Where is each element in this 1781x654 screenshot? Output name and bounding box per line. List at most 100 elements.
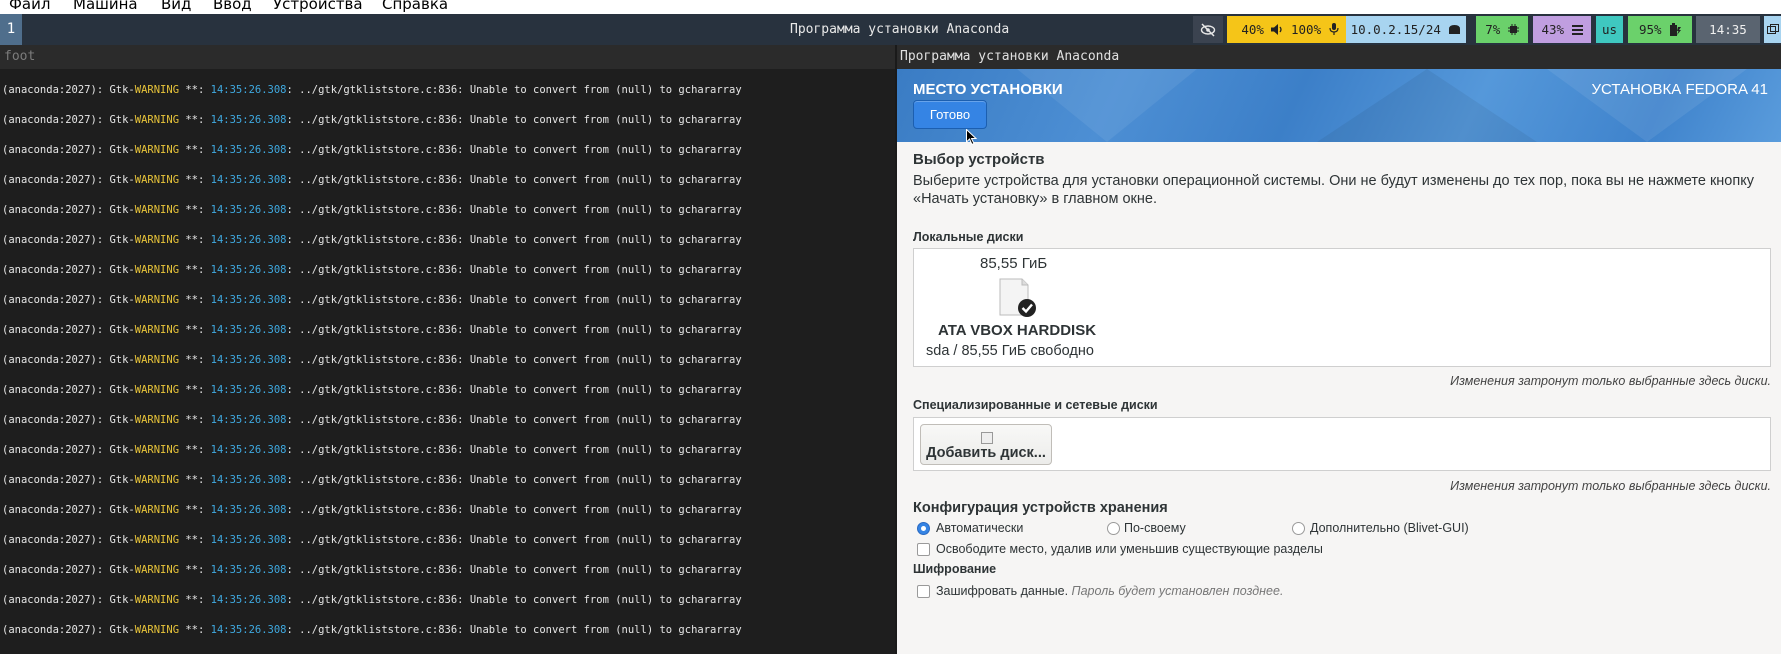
vm-menu-help[interactable]: Справка [382,0,448,13]
terminal-line-part: 14:35:26.308 [210,324,287,336]
network-block[interactable]: 10.0.2.15/24 [1346,16,1466,43]
battery-block[interactable]: 95% [1628,16,1692,43]
terminal-line: (anaconda:2027): Gtk-WARNING **: 14:35:2… [2,474,742,486]
spoke-header: МЕСТО УСТАНОВКИ УСТАНОВКА FEDORA 41 Гото… [897,69,1781,146]
keyboard-layout[interactable]: us [1596,16,1623,43]
terminal-line-part: (anaconda:2027): Gtk- [2,624,135,636]
encrypt-checkbox[interactable]: Зашифровать данные. Пароль будет установ… [913,582,1283,600]
mic-value: 100% [1291,22,1322,37]
terminal-line: (anaconda:2027): Gtk-WARNING **: 14:35:2… [2,294,742,306]
anaconda-window-title[interactable]: Программа установки Anaconda [897,45,1781,69]
terminal-line: (anaconda:2027): Gtk-WARNING **: 14:35:2… [2,84,742,96]
terminal-line-part: WARNING [134,594,180,606]
terminal-line: (anaconda:2027): Gtk-WARNING **: 14:35:2… [2,384,742,396]
tray-block[interactable] [1764,16,1781,43]
terminal-line-part: WARNING [134,444,180,456]
terminal-line-part: : ../gtk/gtkliststore.c:836: Unable to c… [286,264,742,276]
terminal-line-part: 14:35:26.308 [210,264,287,276]
battery-charging-icon [1670,23,1682,36]
terminal-line: (anaconda:2027): Gtk-WARNING **: 14:35:2… [2,174,742,186]
anaconda-window: МЕСТО УСТАНОВКИ УСТАНОВКА FEDORA 41 Гото… [897,69,1781,654]
terminal-line-part: **: [179,174,211,186]
terminal-line: (anaconda:2027): Gtk-WARNING **: 14:35:2… [2,114,742,126]
terminal-line-part: 14:35:26.308 [210,354,287,366]
local-disks-title: Локальные диски [913,230,1024,244]
focused-window-title: Программа установки Anaconda [790,22,1010,37]
encrypt-hint: Пароль будет установлен позднее. [1071,584,1284,598]
terminal-line-part: : ../gtk/gtkliststore.c:836: Unable to c… [286,474,742,486]
terminal-line-part: : ../gtk/gtkliststore.c:836: Unable to c… [286,564,742,576]
terminal-line-part: : ../gtk/gtkliststore.c:836: Unable to c… [286,414,742,426]
cpu-icon [1507,24,1519,35]
product-title: УСТАНОВКА FEDORA 41 [1591,81,1768,98]
terminal-line-part: (anaconda:2027): Gtk- [2,84,135,96]
network-address: 10.0.2.15/24 [1350,22,1441,37]
vm-menu-input[interactable]: Ввод [213,0,252,13]
terminal-line-part: (anaconda:2027): Gtk- [2,204,135,216]
special-disks-title: Специализированные и сетевые диски [913,398,1158,412]
status-bar: 1 Программа установки Anaconda 40% 100% … [0,14,1781,45]
terminal-line: (anaconda:2027): Gtk-WARNING **: 14:35:2… [2,204,742,216]
privacy-indicator[interactable] [1193,16,1223,43]
terminal-line-part: 14:35:26.308 [210,594,287,606]
terminal-line: (anaconda:2027): Gtk-WARNING **: 14:35:2… [2,534,742,546]
window-tray-icon [1766,24,1779,34]
terminal-line-part: : ../gtk/gtkliststore.c:836: Unable to c… [286,204,742,216]
terminal-line-part: : ../gtk/gtkliststore.c:836: Unable to c… [286,144,742,156]
terminal-output[interactable]: (anaconda:2027): Gtk-WARNING **: 14:35:2… [0,69,895,654]
terminal-line-part: (anaconda:2027): Gtk- [2,264,135,276]
memory-block[interactable]: 43% [1533,16,1591,43]
clock[interactable]: 14:35 [1696,16,1760,43]
terminal-line-part: (anaconda:2027): Gtk- [2,534,135,546]
terminal-line-part: **: [179,144,211,156]
eye-off-icon [1200,23,1216,37]
microphone-icon [1329,23,1339,35]
memory-value: 43% [1541,22,1565,37]
terminal-line: (anaconda:2027): Gtk-WARNING **: 14:35:2… [2,144,742,156]
workspace-button[interactable]: 1 [0,14,22,45]
terminal-line-part: 14:35:26.308 [210,504,287,516]
reclaim-space-checkbox[interactable]: Освободите место, удалив или уменьшив су… [913,540,1333,558]
terminal-line-part: : ../gtk/gtkliststore.c:836: Unable to c… [286,504,742,516]
encryption-title: Шифрование [913,562,997,576]
terminal-line-part: 14:35:26.308 [210,624,287,636]
terminal-line-part: **: [179,84,211,96]
terminal-line-part: 14:35:26.308 [210,204,287,216]
disk-size: 85,55 ГиБ [980,255,1048,272]
cpu-block[interactable]: 7% [1476,16,1528,43]
terminal-line-part: (anaconda:2027): Gtk- [2,444,135,456]
terminal-line-part: 14:35:26.308 [210,474,287,486]
vm-menu-file[interactable]: Файл [9,0,50,13]
terminal-line: (anaconda:2027): Gtk-WARNING **: 14:35:2… [2,594,742,606]
volume-value: 40% [1241,22,1264,37]
vm-menu-devices[interactable]: Устройства [273,0,363,13]
terminal-line-part: (anaconda:2027): Gtk- [2,474,135,486]
radio-automatic[interactable]: Автоматически [913,519,1053,537]
terminal-line-part: : ../gtk/gtkliststore.c:836: Unable to c… [286,384,742,396]
special-disks-note: Изменения затронут только выбранные здес… [1450,479,1771,493]
terminal-line-part: (anaconda:2027): Gtk- [2,594,135,606]
add-disk-button[interactable]: Добавить диск... [920,424,1052,465]
audio-block[interactable]: 40% 100% [1227,16,1353,43]
done-button[interactable]: Готово [913,100,987,129]
terminal-line-part: (anaconda:2027): Gtk- [2,414,135,426]
terminal-line-part: (anaconda:2027): Gtk- [2,234,135,246]
terminal-line-part: (anaconda:2027): Gtk- [2,114,135,126]
terminal-title[interactable]: foot [0,45,895,69]
radio-custom[interactable]: По-своему [1103,519,1223,537]
vm-menu-machine[interactable]: Машина [73,0,138,13]
encrypt-checkbox-text: Зашифровать данные. Пароль будет установ… [936,584,1283,598]
terminal-line: (anaconda:2027): Gtk-WARNING **: 14:35:2… [2,504,742,516]
disk-selector[interactable]: 85,55 ГиБ ATA VBOX HARDDISK sda / 85,55 … [914,249,1097,366]
terminal-line-part: : ../gtk/gtkliststore.c:836: Unable to c… [286,594,742,606]
local-disks-panel: 85,55 ГиБ ATA VBOX HARDDISK sda / 85,55 … [913,248,1771,367]
radio-advanced[interactable]: Дополнительно (Blivet-GUI) [1288,519,1488,537]
terminal-line-part: : ../gtk/gtkliststore.c:836: Unable to c… [286,234,742,246]
vm-menu-view[interactable]: Вид [161,0,191,13]
radio-custom-indicator [1107,522,1120,535]
radio-advanced-label: Дополнительно (Blivet-GUI) [1310,521,1469,535]
disk-name: ATA VBOX HARDDISK [938,322,1097,339]
terminal-line-part: WARNING [134,264,180,276]
terminal-line-part: WARNING [134,144,180,156]
terminal-line-part: : ../gtk/gtkliststore.c:836: Unable to c… [286,444,742,456]
